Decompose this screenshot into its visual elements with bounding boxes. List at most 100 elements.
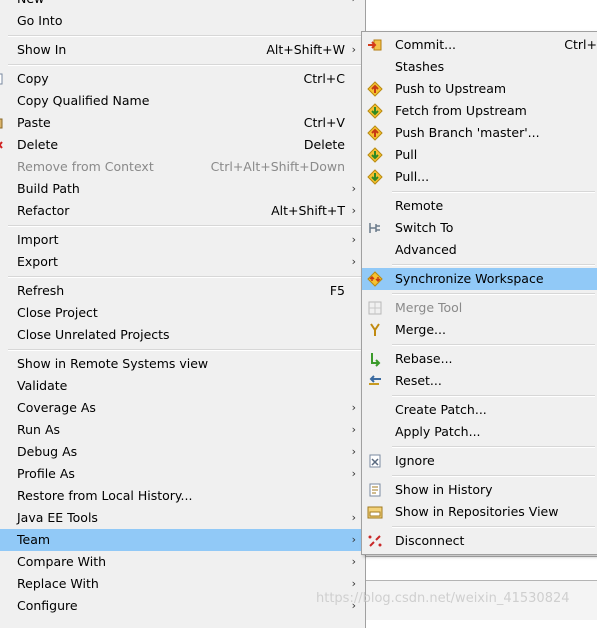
submenu-item-show-in-repositories[interactable]: Show in Repositories View <box>362 501 597 523</box>
menu-separator <box>8 276 363 278</box>
submenu-item-stashes[interactable]: Stashes <box>362 56 597 78</box>
menu-item-label: Commit... <box>395 37 457 52</box>
menu-item-replace-with[interactable]: Replace With › <box>0 573 365 595</box>
submenu-arrow-icon: › <box>351 445 356 458</box>
submenu-item-merge-tool[interactable]: Merge Tool <box>362 297 597 319</box>
menu-shortcut: Delete <box>303 137 345 152</box>
menu-item-team[interactable]: Team › <box>0 529 365 551</box>
menu-separator <box>392 293 595 295</box>
menu-item-label: Coverage As <box>17 400 96 415</box>
menu-item-coverage-as[interactable]: Coverage As › <box>0 397 365 419</box>
menu-item-show-in-remote-systems[interactable]: Show in Remote Systems view <box>0 353 365 375</box>
menu-item-label: Copy <box>17 71 49 86</box>
menu-item-remove-from-context[interactable]: Remove from Context Ctrl+Alt+Shift+Down <box>0 156 365 178</box>
menu-item-build-path[interactable]: Build Path › <box>0 178 365 200</box>
submenu-arrow-icon: › <box>351 511 356 524</box>
menu-shortcut: Ctrl+V <box>303 115 345 130</box>
menu-item-label: Synchronize Workspace <box>395 271 544 286</box>
menu-shortcut: Ctrl+ <box>564 37 597 52</box>
submenu-item-reset[interactable]: Reset... <box>362 370 597 392</box>
menu-item-configure[interactable]: Configure › <box>0 595 365 617</box>
submenu-item-remote[interactable]: Remote <box>362 195 597 217</box>
submenu-item-pull[interactable]: Pull <box>362 144 597 166</box>
menu-separator <box>8 64 363 66</box>
pull-icon <box>367 147 383 163</box>
menu-item-java-ee-tools[interactable]: Java EE Tools › <box>0 507 365 529</box>
menu-item-label: Export <box>17 254 58 269</box>
submenu-item-ignore[interactable]: Ignore <box>362 450 597 472</box>
menu-item-close-unrelated-projects[interactable]: Close Unrelated Projects <box>0 324 365 346</box>
commit-icon <box>368 39 382 51</box>
submenu-item-show-in-history[interactable]: Show in History <box>362 479 597 501</box>
disconnect-icon <box>368 535 382 547</box>
submenu-item-pull-dialog[interactable]: Pull... <box>362 166 597 188</box>
menu-shortcut: F5 <box>329 283 345 298</box>
menu-item-label: Restore from Local History... <box>17 488 193 503</box>
menu-item-label: Apply Patch... <box>395 424 481 439</box>
history-icon <box>369 483 381 497</box>
menu-item-show-in[interactable]: Show In Alt+Shift+W › <box>0 39 365 61</box>
submenu-item-advanced[interactable]: Advanced <box>362 239 597 261</box>
submenu-item-disconnect[interactable]: Disconnect <box>362 530 597 552</box>
submenu-arrow-icon: › <box>351 233 356 246</box>
menu-separator <box>8 225 363 227</box>
menu-item-profile-as[interactable]: Profile As › <box>0 463 365 485</box>
menu-separator <box>392 395 595 397</box>
reset-icon <box>369 375 381 385</box>
menu-item-label: Disconnect <box>395 533 465 548</box>
menu-item-label: Compare With <box>17 554 107 569</box>
merge-tool-icon <box>368 301 382 315</box>
watermark-text: https://blog.csdn.net/weixin_41530824 <box>316 591 570 606</box>
submenu-arrow-icon: › <box>351 401 356 414</box>
menu-item-label: Debug As <box>17 444 78 459</box>
menu-item-label: New <box>17 0 44 10</box>
menu-item-refactor[interactable]: Refactor Alt+Shift+T › <box>0 200 365 222</box>
menu-item-restore-local-history[interactable]: Restore from Local History... <box>0 485 365 507</box>
submenu-item-rebase[interactable]: Rebase... <box>362 348 597 370</box>
menu-item-label: Refactor <box>17 203 70 218</box>
fetch-icon <box>367 103 383 119</box>
menu-item-label: Team <box>17 532 51 547</box>
submenu-arrow-icon: › <box>351 423 356 436</box>
menu-separator <box>8 35 363 37</box>
menu-item-delete[interactable]: Delete Delete <box>0 134 365 156</box>
menu-item-close-project[interactable]: Close Project <box>0 302 365 324</box>
menu-item-label: Pull... <box>395 169 430 184</box>
submenu-item-apply-patch[interactable]: Apply Patch... <box>362 421 597 443</box>
submenu-item-switch-to[interactable]: Switch To <box>362 217 597 239</box>
menu-item-refresh[interactable]: Refresh F5 <box>0 280 365 302</box>
submenu-item-create-patch[interactable]: Create Patch... <box>362 399 597 421</box>
menu-item-copy[interactable]: Copy Ctrl+C <box>0 68 365 90</box>
copy-icon <box>0 73 3 85</box>
menu-item-label: Merge Tool <box>395 300 463 315</box>
submenu-item-merge[interactable]: Merge... <box>362 319 597 341</box>
submenu-arrow-icon: › <box>351 255 356 268</box>
menu-item-run-as[interactable]: Run As › <box>0 419 365 441</box>
submenu-item-push-upstream[interactable]: Push to Upstream <box>362 78 597 100</box>
menu-item-debug-as[interactable]: Debug As › <box>0 441 365 463</box>
menu-item-label: Build Path <box>17 181 80 196</box>
menu-item-new[interactable]: New › <box>0 0 365 10</box>
team-submenu: Commit... Ctrl+ Stashes Push to Upstream… <box>361 31 597 555</box>
menu-item-paste[interactable]: Paste Ctrl+V <box>0 112 365 134</box>
menu-item-label: Show in Repositories View <box>395 504 559 519</box>
ignore-icon <box>369 454 381 468</box>
menu-item-label: Replace With <box>17 576 99 591</box>
menu-item-import[interactable]: Import › <box>0 229 365 251</box>
menu-item-go-into[interactable]: Go Into <box>0 10 365 32</box>
submenu-item-commit[interactable]: Commit... Ctrl+ <box>362 34 597 56</box>
menu-item-label: Show In <box>17 42 67 57</box>
submenu-item-push-branch[interactable]: Push Branch 'master'... <box>362 122 597 144</box>
menu-item-validate[interactable]: Validate <box>0 375 365 397</box>
submenu-item-synchronize-workspace[interactable]: Synchronize Workspace <box>362 268 597 290</box>
menu-shortcut: Ctrl+C <box>303 71 345 86</box>
submenu-arrow-icon: › <box>351 467 356 480</box>
menu-item-label: Run As <box>17 422 61 437</box>
menu-item-export[interactable]: Export › <box>0 251 365 273</box>
submenu-item-fetch-upstream[interactable]: Fetch from Upstream <box>362 100 597 122</box>
context-menu: New › Go Into Show In Alt+Shift+W › Copy… <box>0 0 366 628</box>
menu-item-compare-with[interactable]: Compare With › <box>0 551 365 573</box>
menu-item-label: Refresh <box>17 283 65 298</box>
background-panel <box>366 557 597 580</box>
menu-item-copy-qualified-name[interactable]: Copy Qualified Name <box>0 90 365 112</box>
